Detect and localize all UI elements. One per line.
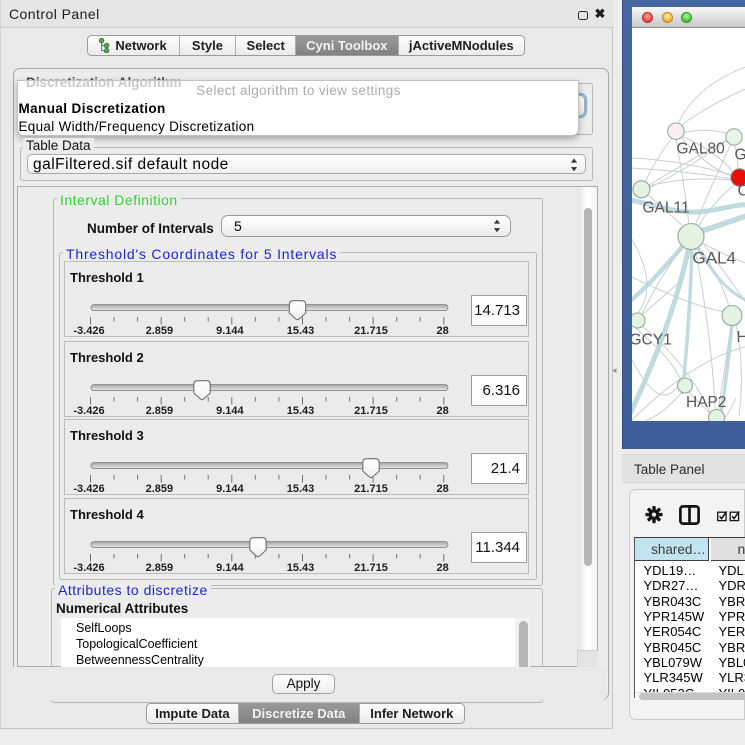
svg-text:GCY1: GCY1 xyxy=(632,331,672,348)
svg-text:GAL8: GAL8 xyxy=(734,146,745,163)
svg-text:CC: CC xyxy=(737,182,745,199)
svg-text:GAL4: GAL4 xyxy=(692,248,735,267)
svg-text:GAL80: GAL80 xyxy=(676,140,725,157)
svg-text:HI: HI xyxy=(736,329,745,346)
svg-text:GAL11: GAL11 xyxy=(642,199,689,216)
svg-text:HAP2: HAP2 xyxy=(686,394,727,411)
